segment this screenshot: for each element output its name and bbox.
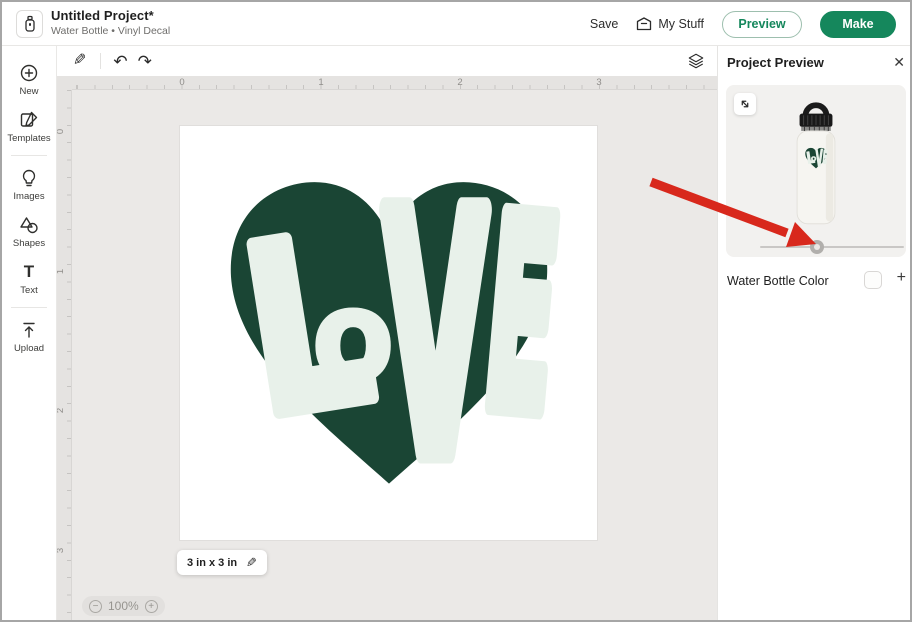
preview-scale-slider-handle[interactable] [810, 240, 824, 254]
size-label-pill[interactable]: 3 in x 3 in ✎ [177, 550, 267, 575]
close-icon[interactable]: ✕ [893, 54, 905, 71]
my-stuff-button[interactable]: My Stuff [636, 17, 704, 31]
project-subtitle: Water Bottle • Vinyl Decal [51, 25, 170, 37]
bottle-color-label: Water Bottle Color [727, 274, 829, 288]
ruler-tick: 3 [596, 77, 601, 88]
bottle-color-swatch[interactable] [864, 271, 882, 289]
size-label: 3 in x 3 in [187, 557, 237, 569]
edit-size-pencil-icon[interactable]: ✎ [246, 555, 257, 571]
shapes-icon [19, 215, 39, 235]
header-actions: Save My Stuff Preview Make [590, 2, 896, 46]
sidebar-label: Images [13, 191, 44, 202]
expand-preview-button[interactable] [734, 93, 756, 115]
sidebar: New Templates Images Shapes T Text [2, 46, 57, 622]
ruler-tick: 0 [179, 77, 184, 88]
header: Untitled Project* Water Bottle • Vinyl D… [2, 2, 910, 46]
canvas-toolbar: ✎ ↶ ↷ [57, 46, 717, 76]
project-titles: Untitled Project* Water Bottle • Vinyl D… [51, 8, 170, 37]
template-pencil-icon [19, 110, 39, 130]
sidebar-label: Templates [7, 133, 50, 144]
zoom-control: − 100% + [82, 596, 165, 616]
redo-icon[interactable]: ↷ [138, 53, 152, 70]
my-stuff-box-icon [636, 17, 652, 31]
water-bottle-image [779, 87, 853, 239]
sidebar-label: New [19, 86, 38, 97]
project-preview-panel: Project Preview ✕ [717, 46, 912, 622]
preview-scale-slider-track[interactable] [760, 246, 904, 248]
bottle-preview [779, 87, 853, 244]
sidebar-label: Upload [14, 343, 44, 354]
make-button[interactable]: Make [820, 11, 896, 38]
upload-arrow-icon [19, 320, 39, 340]
sidebar-item-new[interactable]: New [2, 56, 56, 103]
add-color-button[interactable]: + [897, 269, 906, 287]
app-window: L O V E Untitled Project* Water Bottle •… [0, 0, 912, 622]
save-button[interactable]: Save [590, 17, 619, 31]
bottle-color-row: Water Bottle Color + [718, 268, 912, 296]
toolbar-divider [100, 53, 101, 69]
vertical-ruler: 0 1 2 3 [57, 90, 72, 622]
edit-pencil-icon[interactable]: ✎ [73, 53, 86, 69]
sidebar-item-images[interactable]: Images [2, 161, 56, 208]
project-title: Untitled Project* [51, 8, 170, 23]
sidebar-divider [11, 307, 47, 308]
zoom-level: 100% [108, 599, 139, 613]
sidebar-label: Shapes [13, 238, 45, 249]
horizontal-ruler: 0 1 2 3 [72, 76, 717, 90]
artboard [180, 126, 597, 540]
sidebar-divider [11, 155, 47, 156]
ruler-tick: 2 [457, 77, 462, 88]
preview-button[interactable]: Preview [722, 11, 802, 38]
project-type-badge [16, 10, 43, 38]
preview-card [726, 85, 906, 257]
lightbulb-icon [19, 168, 39, 188]
sidebar-item-upload[interactable]: Upload [2, 313, 56, 360]
love-heart-artwork[interactable] [207, 164, 571, 500]
sidebar-label: Text [20, 285, 37, 296]
sidebar-item-text[interactable]: T Text [2, 255, 56, 302]
layers-icon[interactable] [687, 52, 705, 70]
text-t-icon: T [24, 262, 34, 282]
expand-arrows-icon [738, 97, 752, 111]
my-stuff-label: My Stuff [658, 17, 704, 31]
water-bottle-icon [23, 15, 37, 33]
zoom-in-button[interactable]: + [145, 600, 158, 613]
sidebar-item-templates[interactable]: Templates [2, 103, 56, 150]
zoom-out-button[interactable]: − [89, 600, 102, 613]
ruler-tick: 1 [318, 77, 323, 88]
panel-header: Project Preview ✕ [718, 46, 912, 78]
panel-title: Project Preview [727, 55, 824, 70]
plus-circle-icon [19, 63, 39, 83]
sidebar-item-shapes[interactable]: Shapes [2, 208, 56, 255]
ruler-corner [57, 76, 72, 90]
undo-icon[interactable]: ↶ [113, 53, 127, 70]
